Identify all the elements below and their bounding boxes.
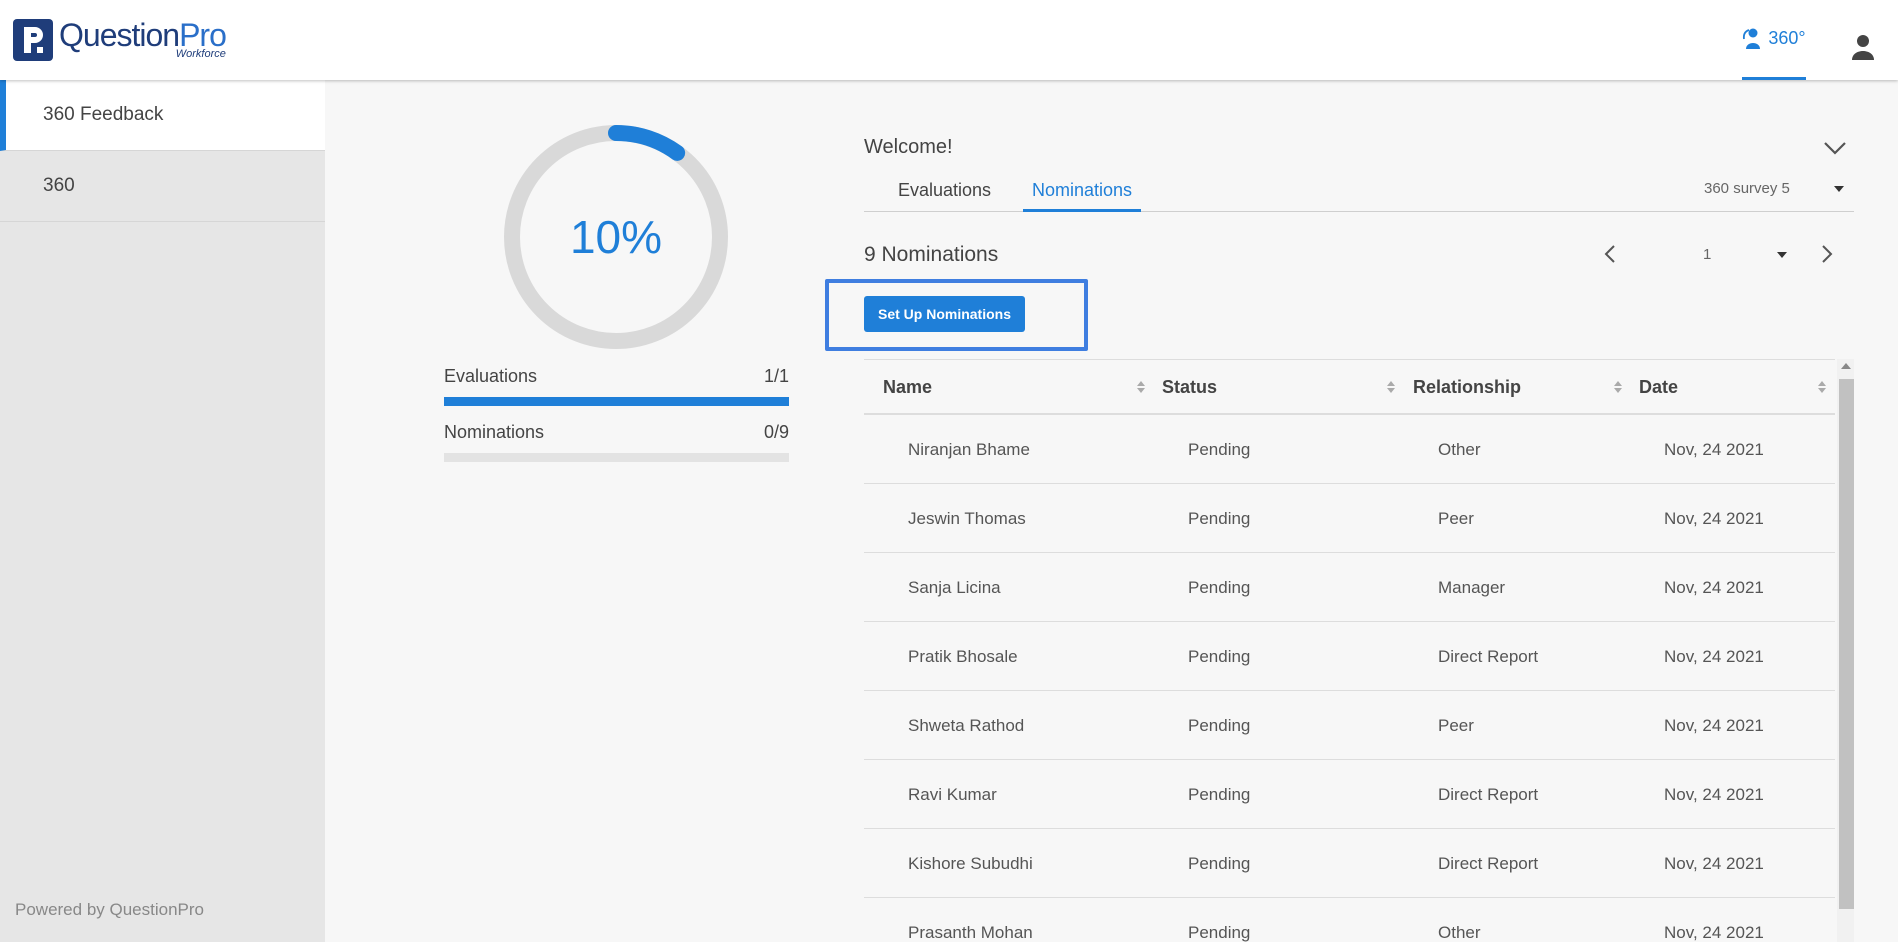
chevron-down-icon[interactable]: [1824, 141, 1846, 160]
evaluations-stat: Evaluations 1/1: [444, 366, 789, 406]
nominations-progress-bar: [444, 453, 789, 462]
table-row[interactable]: Prasanth Mohan Pending Other Nov, 24 2021: [864, 898, 1835, 942]
table-row[interactable]: Jeswin Thomas Pending Peer Nov, 24 2021: [864, 484, 1835, 553]
set-up-nominations-button[interactable]: Set Up Nominations: [864, 296, 1025, 332]
column-header-status[interactable]: Status: [1162, 360, 1217, 414]
cell-relationship: Peer: [1438, 508, 1474, 528]
cell-status: Pending: [1188, 715, 1251, 735]
evaluations-progress-fill: [444, 397, 789, 406]
logo-mark-icon: [13, 19, 53, 61]
nominations-table: Name Status Relationship Date Niranjan B…: [864, 359, 1854, 942]
evaluations-label: Evaluations: [444, 366, 538, 386]
column-header-date[interactable]: Date: [1639, 360, 1678, 414]
cell-relationship: Direct Report: [1438, 853, 1539, 873]
table-header: Name Status Relationship Date: [864, 359, 1835, 415]
powered-by-text: Powered by QuestionPro: [15, 900, 204, 919]
cell-date: Nov, 24 2021: [1664, 784, 1764, 804]
progress-percent: 10%: [569, 211, 663, 263]
cell-name: Pratik Bhosale: [908, 646, 1018, 666]
scroll-up-arrow-icon[interactable]: [1841, 363, 1851, 369]
evaluations-value: 1/1: [763, 366, 789, 386]
tab-nominations[interactable]: Nominations: [1023, 176, 1142, 212]
cell-name: Ravi Kumar: [908, 784, 997, 804]
cell-date: Nov, 24 2021: [1664, 577, 1764, 597]
cell-name: Shweta Rathod: [908, 715, 1025, 735]
scroll-thumb[interactable]: [1839, 379, 1854, 909]
tab-evaluations[interactable]: Evaluations: [889, 176, 1000, 212]
survey-select-value: 360 survey 5: [1704, 180, 1790, 197]
cell-status: Pending: [1188, 577, 1251, 597]
table-row[interactable]: Pratik Bhosale Pending Direct Report Nov, 2…: [864, 622, 1835, 691]
cell-status: Pending: [1188, 439, 1251, 459]
cell-status: Pending: [1188, 922, 1251, 942]
welcome-heading: Welcome!: [864, 136, 953, 158]
table-row[interactable]: Niranjan Bhame Pending Other Nov, 24 2021: [864, 415, 1835, 484]
evaluations-progress-bar: [444, 397, 789, 406]
nominations-value: 0/9: [763, 422, 789, 442]
sidebar: 360 Feedback 360 Powered by QuestionPro: [0, 80, 325, 942]
table-row[interactable]: Ravi Kumar Pending Direct Report Nov, 24 20…: [864, 760, 1835, 829]
cell-name: Kishore Subudhi: [908, 853, 1033, 873]
cell-name: Niranjan Bhame: [908, 439, 1030, 459]
cell-status: Pending: [1188, 784, 1251, 804]
caret-down-icon: [1834, 185, 1844, 192]
cell-name: Prasanth Mohan: [908, 922, 1033, 942]
nominations-stat: Nominations 0/9: [444, 422, 789, 462]
column-header-name[interactable]: Name: [883, 360, 932, 414]
sort-icon[interactable]: [1818, 380, 1826, 394]
table-scrollbar[interactable]: [1837, 359, 1854, 942]
cell-relationship: Direct Report: [1438, 646, 1539, 666]
logo-wordmark: QuestionPro: [59, 17, 227, 53]
sort-icon[interactable]: [1387, 380, 1395, 394]
cell-date: Nov, 24 2021: [1664, 508, 1764, 528]
person-360-icon: [1743, 28, 1761, 49]
cell-relationship: Other: [1438, 439, 1481, 459]
cell-date: Nov, 24 2021: [1664, 853, 1764, 873]
sidebar-item-label: 360: [43, 175, 75, 196]
questionpro-logo[interactable]: QuestionPro Workforce: [13, 17, 227, 61]
nominations-count-title: 9 Nominations: [864, 243, 999, 266]
table-row[interactable]: Kishore Subudhi Pending Direct Report Nov, …: [864, 829, 1835, 898]
cell-relationship: Manager: [1438, 577, 1506, 597]
nav-360-tab[interactable]: 360°: [1742, 0, 1806, 80]
sidebar-item-360[interactable]: 360: [0, 151, 325, 222]
cell-date: Nov, 24 2021: [1664, 439, 1764, 459]
cell-relationship: Direct Report: [1438, 784, 1539, 804]
sort-icon[interactable]: [1137, 380, 1145, 394]
cell-name: Sanja Licina: [908, 577, 1001, 597]
cell-date: Nov, 24 2021: [1664, 922, 1764, 942]
sidebar-item-360-feedback[interactable]: 360 Feedback: [0, 80, 325, 151]
cell-date: Nov, 24 2021: [1664, 715, 1764, 735]
cell-relationship: Other: [1438, 922, 1481, 942]
cell-name: Jeswin Thomas: [908, 508, 1026, 528]
caret-down-icon[interactable]: [1777, 252, 1787, 258]
cell-status: Pending: [1188, 646, 1251, 666]
nominations-label: Nominations: [444, 422, 545, 442]
column-header-relationship[interactable]: Relationship: [1413, 360, 1521, 414]
cell-relationship: Peer: [1438, 715, 1474, 735]
table-row[interactable]: Sanja Licina Pending Manager Nov, 24 2021: [864, 553, 1835, 622]
cell-status: Pending: [1188, 508, 1251, 528]
chevron-left-icon[interactable]: [1604, 244, 1616, 269]
cell-date: Nov, 24 2021: [1664, 646, 1764, 666]
nav-360-label: 360°: [1768, 28, 1806, 48]
chevron-right-icon[interactable]: [1821, 244, 1833, 269]
user-icon[interactable]: [1852, 34, 1874, 65]
sidebar-item-label: 360 Feedback: [43, 104, 164, 125]
table-row[interactable]: Shweta Rathod Pending Peer Nov, 24 2021: [864, 691, 1835, 760]
top-header: QuestionPro Workforce 360°: [0, 0, 1898, 80]
survey-select[interactable]: 360 survey 5: [1704, 180, 1844, 197]
page-number-select[interactable]: 1: [1703, 246, 1711, 263]
sort-icon[interactable]: [1614, 380, 1622, 394]
cell-status: Pending: [1188, 853, 1251, 873]
pagination: 1: [1604, 244, 1836, 266]
